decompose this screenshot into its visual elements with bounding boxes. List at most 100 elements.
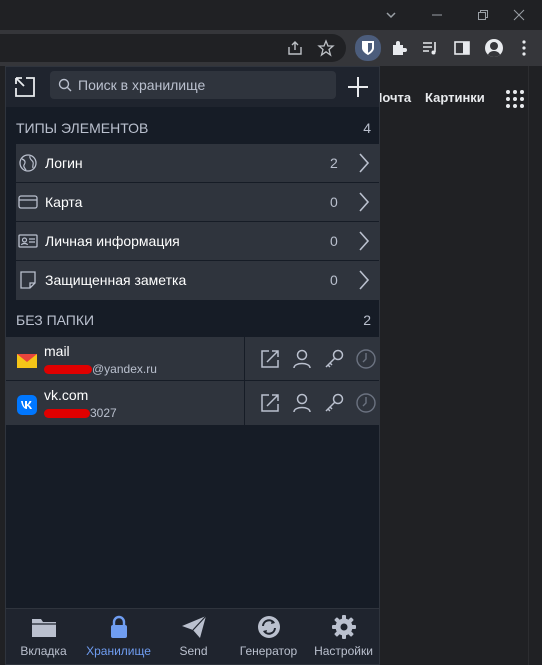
tab-send[interactable]: Send xyxy=(156,609,231,664)
share-icon xyxy=(288,41,302,55)
folder-icon xyxy=(30,614,58,640)
types-section-title: ТИПЫ ЭЛЕМЕНТОВ xyxy=(16,120,149,136)
bitwarden-shield-icon xyxy=(362,41,374,55)
type-label: Карта xyxy=(45,194,83,210)
clock-icon xyxy=(356,393,376,413)
bitwarden-popup: ТИПЫ ЭЛЕМЕНТОВ 4 Логин 2 Карта 0 Личная … xyxy=(5,66,380,665)
send-icon xyxy=(180,614,208,640)
launch-icon xyxy=(261,394,279,412)
search-input[interactable] xyxy=(78,77,328,93)
tab-label: Хранилище xyxy=(86,644,151,658)
copy-password-button[interactable] xyxy=(323,392,345,414)
star-icon xyxy=(317,39,335,57)
vault-item-mail[interactable]: mail @yandex.ru xyxy=(6,337,379,381)
launch-button[interactable] xyxy=(259,348,281,370)
add-item-button[interactable] xyxy=(344,73,372,101)
popout-button[interactable] xyxy=(11,73,39,101)
share-button[interactable] xyxy=(283,36,307,60)
bookmark-button[interactable] xyxy=(314,36,338,60)
launch-icon xyxy=(261,350,279,368)
types-section-count: 4 xyxy=(363,120,371,136)
extensions-button[interactable] xyxy=(387,36,411,60)
key-icon xyxy=(325,349,344,368)
type-row-card[interactable]: Карта 0 xyxy=(16,183,379,222)
type-count: 0 xyxy=(330,233,338,249)
chevron-right-icon xyxy=(359,231,370,251)
id-card-icon xyxy=(18,231,38,251)
copy-totp-button[interactable] xyxy=(355,348,377,370)
more-vertical-icon xyxy=(522,40,526,56)
restore-icon xyxy=(478,10,488,20)
tab-generator[interactable]: Генератор xyxy=(231,609,306,664)
globe-icon xyxy=(18,153,38,173)
type-label: Защищенная заметка xyxy=(45,272,187,288)
copy-password-button[interactable] xyxy=(323,348,345,370)
item-subtitle: @yandex.ru xyxy=(44,362,157,376)
type-row-secure-note[interactable]: Защищенная заметка 0 xyxy=(16,261,379,300)
item-actions xyxy=(244,381,379,425)
item-actions xyxy=(244,337,379,381)
user-icon xyxy=(293,393,311,413)
chrome-menu-button[interactable] xyxy=(512,36,536,60)
close-window-button[interactable] xyxy=(496,0,542,30)
side-panel-button[interactable] xyxy=(450,36,474,60)
media-controls-button[interactable] xyxy=(418,36,442,60)
apps-grid-icon[interactable] xyxy=(506,90,524,108)
item-subtitle-tail: 3027 xyxy=(90,406,117,420)
item-name: mail xyxy=(44,343,70,359)
item-subtitle-tail: @yandex.ru xyxy=(92,362,157,376)
profile-button[interactable] xyxy=(482,36,506,60)
vault-item-vk[interactable]: vk.com 3027 xyxy=(6,381,379,425)
credit-card-icon xyxy=(18,192,38,212)
minimize-button[interactable] xyxy=(414,0,460,30)
key-icon xyxy=(325,393,344,412)
copy-username-button[interactable] xyxy=(291,348,313,370)
vk-icon xyxy=(17,395,37,415)
generator-icon xyxy=(255,614,283,640)
side-panel-icon xyxy=(454,41,470,55)
tab-current-tab[interactable]: Вкладка xyxy=(6,609,81,664)
puzzle-icon xyxy=(393,41,407,55)
redaction-mark xyxy=(44,365,92,375)
bottom-nav: Вкладка Хранилище Send Генератор Настрой… xyxy=(6,608,379,664)
vault-search[interactable] xyxy=(50,71,336,99)
user-icon xyxy=(293,349,311,369)
lock-icon xyxy=(105,614,133,640)
minimize-icon xyxy=(432,14,442,16)
tab-label: Вкладка xyxy=(20,644,67,658)
copy-username-button[interactable] xyxy=(291,392,313,414)
type-row-identity[interactable]: Личная информация 0 xyxy=(16,222,379,261)
type-count: 2 xyxy=(330,155,338,171)
type-row-login[interactable]: Логин 2 xyxy=(16,144,379,183)
browser-toolbar xyxy=(0,30,542,66)
tab-label: Настройки xyxy=(314,644,373,658)
tab-search-button[interactable] xyxy=(368,0,414,30)
tab-label: Send xyxy=(179,644,208,658)
images-link[interactable]: Картинки xyxy=(425,90,485,105)
gear-icon xyxy=(330,614,358,640)
browser-titlebar xyxy=(0,0,542,30)
copy-totp-button[interactable] xyxy=(355,392,377,414)
types-section-header: ТИПЫ ЭЛЕМЕНТОВ 4 xyxy=(6,111,379,145)
search-icon xyxy=(58,78,72,92)
popout-icon xyxy=(15,77,35,97)
music-queue-icon xyxy=(423,42,436,55)
yandex-mail-icon xyxy=(17,354,37,368)
plus-icon xyxy=(348,77,368,97)
chevron-right-icon xyxy=(359,270,370,290)
type-label: Личная информация xyxy=(45,233,180,249)
chevron-down-icon xyxy=(386,12,396,19)
types-list: Логин 2 Карта 0 Личная информация 0 Защи… xyxy=(16,144,379,300)
type-count: 0 xyxy=(330,194,338,210)
bitwarden-extension-button[interactable] xyxy=(355,35,381,61)
launch-button[interactable] xyxy=(259,392,281,414)
tab-settings[interactable]: Настройки xyxy=(306,609,379,664)
tab-label: Генератор xyxy=(239,644,298,658)
clock-icon xyxy=(356,349,376,369)
no-folder-section-count: 2 xyxy=(363,312,371,328)
item-name: vk.com xyxy=(44,387,89,403)
chevron-right-icon xyxy=(359,192,370,212)
tab-vault[interactable]: Хранилище xyxy=(81,609,156,664)
no-folder-section-header: БЕЗ ПАПКИ 2 xyxy=(6,303,379,337)
page-scrollbar[interactable] xyxy=(528,66,542,665)
